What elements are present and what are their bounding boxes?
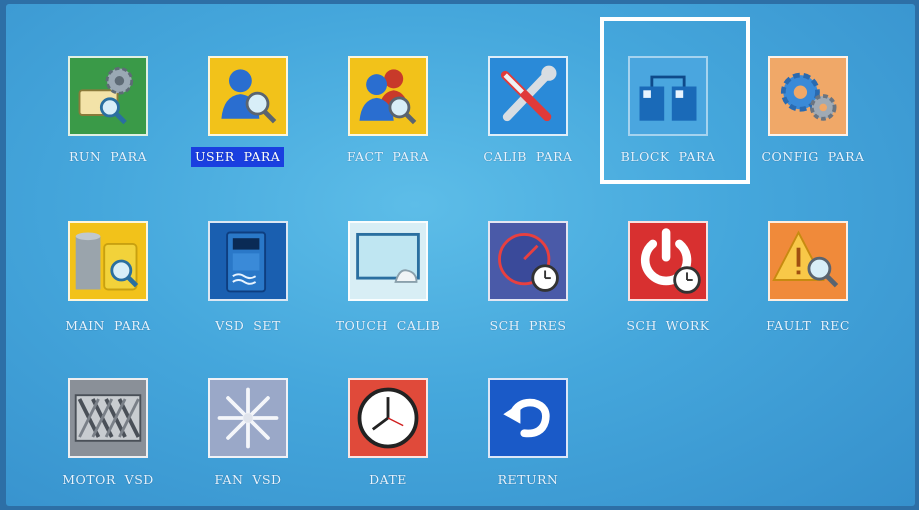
menu-item-label: FAULT REC	[766, 318, 850, 333]
calib-para-icon[interactable]	[488, 56, 568, 136]
sch-work-icon[interactable]	[628, 221, 708, 301]
fan-vsd-icon[interactable]	[208, 378, 288, 458]
fault-rec-icon[interactable]	[768, 221, 848, 301]
menu-item-label: FAN VSD	[214, 472, 282, 487]
config-para-icon[interactable]	[768, 56, 848, 136]
menu-item-label: FACT PARA	[346, 149, 430, 164]
menu-item-label: TOUCH CALIB	[335, 318, 441, 333]
main-para-icon[interactable]	[68, 221, 148, 301]
menu-screen: RUN PARA USER PARA FACT PARA CALIB PARA …	[6, 4, 915, 506]
menu-item-label: SCH PRES	[489, 318, 567, 333]
menu-item-label: MAIN PARA	[65, 318, 151, 333]
return-icon[interactable]	[488, 378, 568, 458]
menu-item-label: RUN PARA	[68, 149, 148, 164]
menu-item-label: BLOCK PARA	[620, 149, 716, 164]
menu-item-label: USER PARA	[191, 147, 285, 167]
block-para-icon[interactable]	[628, 56, 708, 136]
fact-para-icon[interactable]	[348, 56, 428, 136]
menu-item-label: MOTOR VSD	[62, 472, 154, 487]
menu-item-label: CONFIG PARA	[761, 149, 865, 164]
vsd-set-icon[interactable]	[208, 221, 288, 301]
motor-vsd-icon[interactable]	[68, 378, 148, 458]
menu-item-label: SCH WORK	[626, 318, 710, 333]
menu-item-label: RETURN	[497, 472, 559, 487]
run-para-icon[interactable]	[68, 56, 148, 136]
date-icon[interactable]	[348, 378, 428, 458]
user-para-icon[interactable]	[208, 56, 288, 136]
menu-item-label: CALIB PARA	[483, 149, 573, 164]
touch-calib-icon[interactable]	[348, 221, 428, 301]
menu-item-label: DATE	[369, 472, 407, 487]
menu-item-label: VSD SET	[215, 318, 281, 333]
sch-pres-icon[interactable]	[488, 221, 568, 301]
